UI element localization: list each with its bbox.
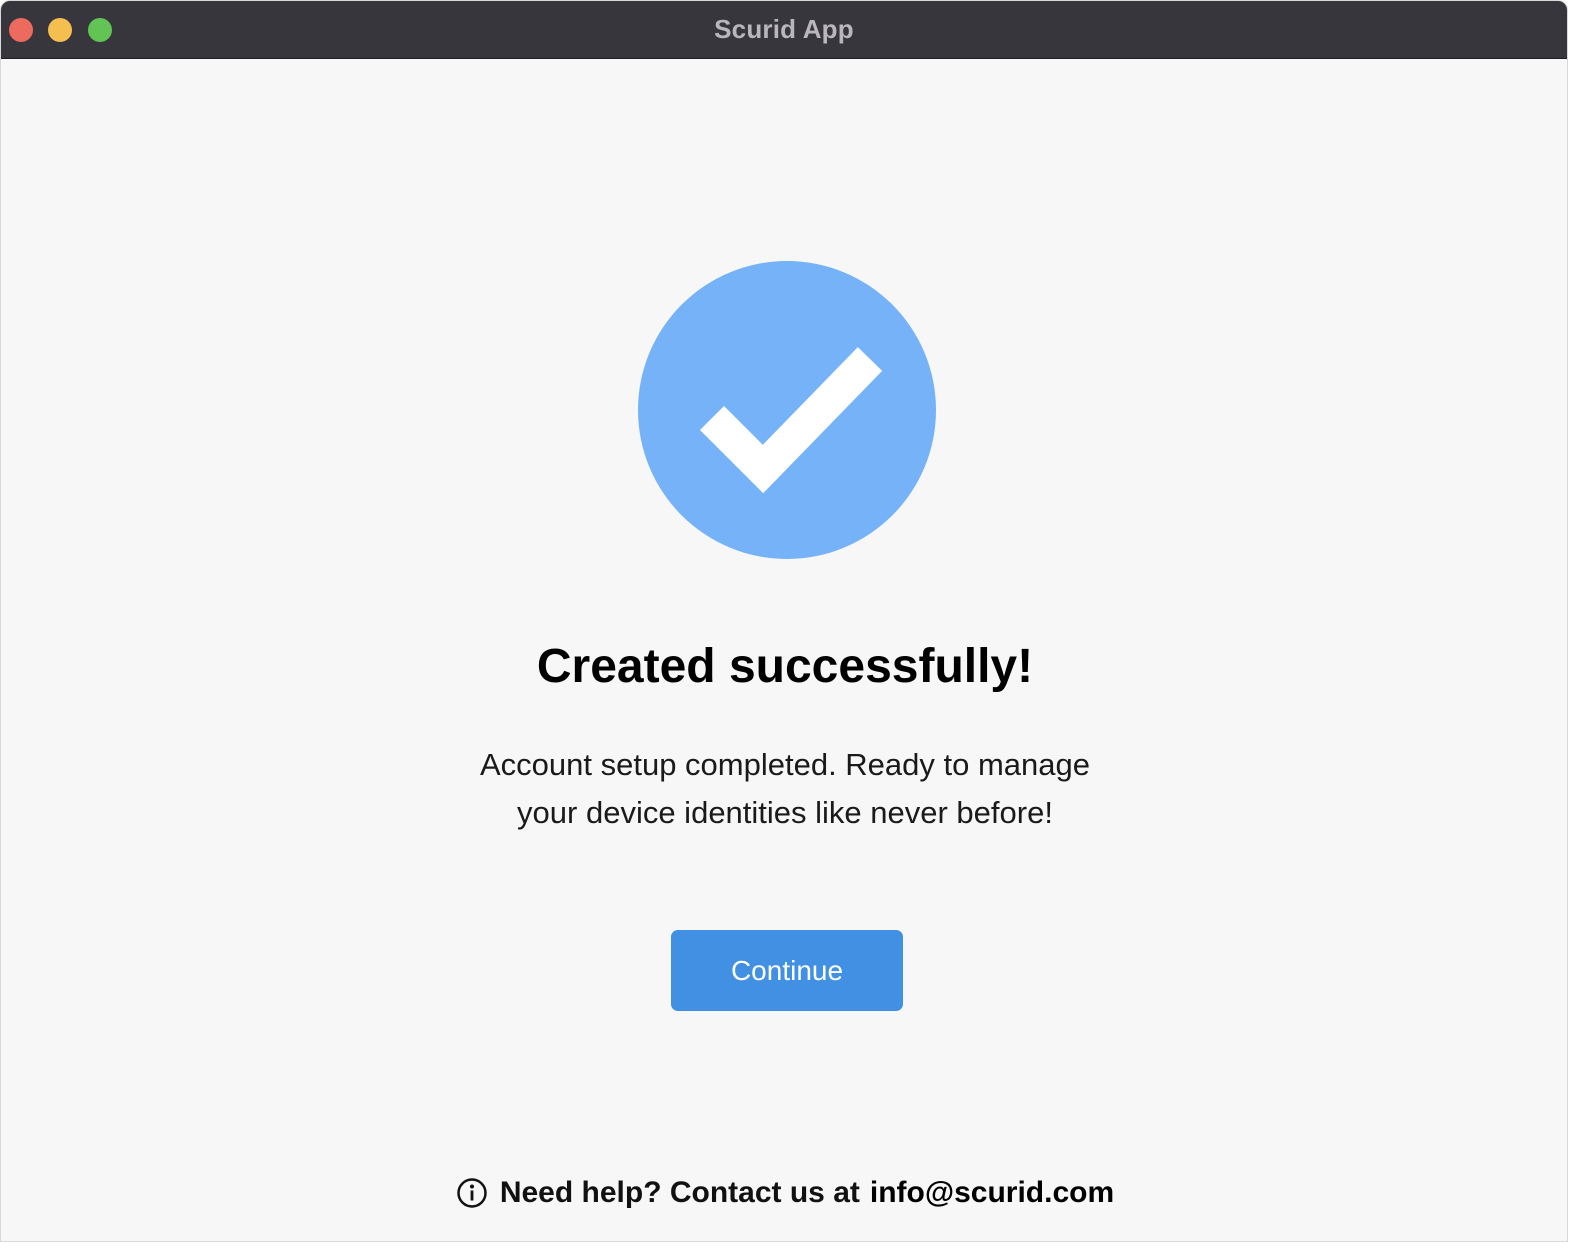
success-message-line-2: your device identities like never before… [517, 795, 1053, 830]
help-email-link[interactable]: info@scurid.com [870, 1176, 1114, 1210]
success-message: Account setup completed. Ready to manage… [435, 741, 1135, 837]
check-circle-icon [638, 261, 936, 559]
help-text: Need help? Contact us at [499, 1176, 860, 1209]
title-bar[interactable]: Scurid App [1, 1, 1567, 59]
success-message-line-1: Account setup completed. Ready to manage [479, 747, 1091, 782]
info-icon [457, 1178, 487, 1208]
window-title: Scurid App [714, 14, 854, 44]
success-headline: Created successfully! [536, 640, 1034, 693]
continue-button[interactable]: Continue [671, 930, 903, 1011]
checkmark-icon [699, 347, 883, 494]
success-screen: Created successfully! Account setup comp… [1, 59, 1567, 1241]
app-window: Scurid App Created successfully! Account… [0, 0, 1568, 1242]
help-footer: Need help? Contact us at info@scurid.com [1, 1173, 1567, 1213]
